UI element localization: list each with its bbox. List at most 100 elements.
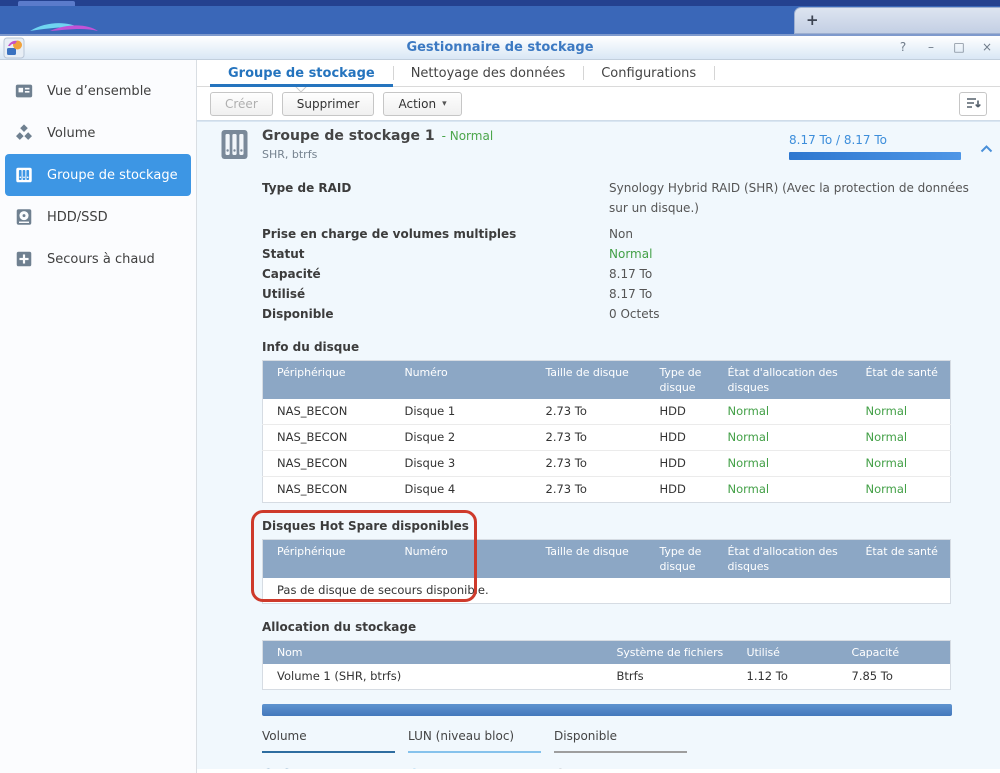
- pool-subtitle: SHR, btrfs: [262, 148, 493, 161]
- toolbar: Créer Supprimer Action ▾: [197, 87, 1000, 121]
- usage-label: LUN (niveau bloc): [408, 729, 541, 753]
- pool-title-block: Groupe de stockage 1 - Normal SHR, btrfs: [262, 128, 493, 161]
- table-row: NAS_BECONDisque 32.73 ToHDDNormalNormal: [263, 451, 951, 477]
- storage-pool-icon: [14, 165, 34, 185]
- detail-value: 0 Octets: [609, 304, 971, 324]
- usage-label: Volume: [262, 729, 395, 753]
- sort-button[interactable]: [959, 92, 987, 116]
- disk-info-section-title: Info du disque: [262, 340, 952, 354]
- tab-strip: Groupe de stockage Nettoyage des données…: [197, 60, 1000, 87]
- column-header: Numéro: [391, 540, 532, 579]
- sidebar-item-overview[interactable]: Vue d’ensemble: [5, 70, 191, 112]
- hdd-icon: [14, 207, 34, 227]
- hot-spare-section: Disques Hot Spare disponibles Périphériq…: [262, 519, 952, 604]
- table-cell: Normal: [714, 477, 852, 503]
- table-cell: Disque 4: [391, 477, 532, 503]
- detail-value: Non: [609, 224, 971, 244]
- browser-tab[interactable]: +: [794, 7, 1000, 34]
- detail-row: Statut Normal: [262, 244, 974, 264]
- detail-row: Type de RAID Synology Hybrid RAID (SHR) …: [262, 178, 974, 218]
- table-cell: Volume 1 (SHR, btrfs): [263, 664, 603, 690]
- pool-title: Groupe de stockage 1: [262, 128, 435, 144]
- usage-summary: Volume 8.2To LUN (niveau bloc) 0Octets D…: [262, 704, 952, 769]
- collapse-chevron-icon[interactable]: [980, 145, 993, 153]
- tab-label: Configurations: [601, 66, 696, 81]
- column-header: État de santé: [852, 540, 951, 579]
- allocation-section: Allocation du stockage NomSystème de fic…: [262, 620, 952, 690]
- create-button[interactable]: Créer: [210, 92, 273, 116]
- maximize-button[interactable]: □: [952, 40, 966, 54]
- table-cell: HDD: [646, 425, 714, 451]
- action-dropdown-button[interactable]: Action ▾: [383, 92, 461, 116]
- dropdown-caret-icon: ▾: [442, 99, 447, 109]
- sidebar-item-volume[interactable]: Volume: [5, 112, 191, 154]
- table-cell: Disque 3: [391, 451, 532, 477]
- sidebar-item-hdd-ssd[interactable]: HDD/SSD: [5, 196, 191, 238]
- wallpaper-swoosh-graphic: [28, 18, 100, 34]
- usage-number: 0: [554, 765, 567, 769]
- table-cell: HDD: [646, 451, 714, 477]
- sidebar: Vue d’ensemble Volume Groupe de stockage…: [0, 60, 197, 773]
- table-cell: Normal: [852, 451, 951, 477]
- tab-configurations[interactable]: Configurations: [583, 60, 714, 86]
- help-button[interactable]: ?: [896, 40, 910, 54]
- disk-info-table: PériphériqueNuméroTaille de disqueType d…: [262, 360, 951, 503]
- hot-spare-icon: [14, 249, 34, 269]
- minimize-button[interactable]: –: [924, 40, 938, 54]
- detail-value: Synology Hybrid RAID (SHR) (Avec la prot…: [609, 178, 971, 218]
- browser-bar: +: [0, 0, 1000, 36]
- table-cell: 7.85 To: [838, 664, 951, 690]
- table-cell: Btrfs: [603, 664, 733, 690]
- column-header: Nom: [263, 641, 603, 665]
- window-titlebar: Gestionnaire de stockage ? – □ ×: [0, 36, 1000, 60]
- table-cell: NAS_BECON: [263, 425, 391, 451]
- table-cell: Normal: [852, 477, 951, 503]
- table-row: NAS_BECONDisque 42.73 ToHDDNormalNormal: [263, 477, 951, 503]
- tab-data-scrubbing[interactable]: Nettoyage des données: [393, 60, 584, 86]
- table-header-row: PériphériqueNuméroTaille de disqueType d…: [263, 361, 951, 400]
- pool-header[interactable]: Groupe de stockage 1 - Normal SHR, btrfs…: [197, 128, 1000, 170]
- table-cell: Normal: [714, 451, 852, 477]
- detail-label: Utilisé: [262, 284, 609, 304]
- tab-storage-pool[interactable]: Groupe de stockage: [210, 60, 393, 86]
- capacity-progress-track: [789, 152, 961, 160]
- column-header: Capacité: [838, 641, 951, 665]
- window-title: Gestionnaire de stockage: [0, 40, 1000, 55]
- window-body: Vue d’ensemble Volume Groupe de stockage…: [0, 60, 1000, 773]
- delete-button[interactable]: Supprimer: [282, 92, 375, 116]
- tab-label: Groupe de stockage: [228, 66, 375, 81]
- pool-progress-fill: [789, 152, 961, 160]
- column-header: Périphérique: [263, 540, 391, 579]
- sidebar-item-label: Volume: [47, 126, 95, 141]
- usage-number: 8.2: [262, 765, 294, 769]
- sort-icon: [966, 97, 981, 110]
- allocation-section-title: Allocation du stockage: [262, 620, 952, 634]
- table-cell: Normal: [714, 399, 852, 425]
- table-row: NAS_BECONDisque 22.73 ToHDDNormalNormal: [263, 425, 951, 451]
- sidebar-item-hot-spare[interactable]: Secours à chaud: [5, 238, 191, 280]
- column-header: Système de fichiers: [603, 641, 733, 665]
- content-area: Groupe de stockage Nettoyage des données…: [197, 60, 1000, 773]
- new-tab-icon[interactable]: +: [806, 13, 819, 28]
- column-header: Numéro: [391, 361, 532, 400]
- close-button[interactable]: ×: [980, 40, 994, 54]
- hot-spare-section-title: Disques Hot Spare disponibles: [262, 519, 952, 533]
- table-cell: 2.73 To: [532, 425, 646, 451]
- table-cell: 2.73 To: [532, 477, 646, 503]
- table-empty-row: Pas de disque de secours disponible.: [263, 578, 951, 604]
- sidebar-item-storage-pool[interactable]: Groupe de stockage: [5, 154, 191, 196]
- detail-label: Disponible: [262, 304, 609, 324]
- overview-icon: [14, 81, 34, 101]
- screen: + Gestionnaire de stockage ? – □ × Vue d…: [0, 0, 1000, 773]
- delete-button-label: Supprimer: [297, 97, 360, 111]
- usage-item-available: Disponible 0Octets: [554, 729, 687, 769]
- detail-label: Capacité: [262, 264, 609, 284]
- detail-row: Disponible 0 Octets: [262, 304, 974, 324]
- column-header: État de santé: [852, 361, 951, 400]
- table-cell: NAS_BECON: [263, 399, 391, 425]
- usage-item-volume: Volume 8.2To: [262, 729, 395, 769]
- table-header-row: NomSystème de fichiersUtiliséCapacité: [263, 641, 951, 665]
- sidebar-item-label: Secours à chaud: [47, 252, 155, 267]
- table-row: NAS_BECONDisque 12.73 ToHDDNormalNormal: [263, 399, 951, 425]
- usage-item-lun: LUN (niveau bloc) 0Octets: [408, 729, 541, 769]
